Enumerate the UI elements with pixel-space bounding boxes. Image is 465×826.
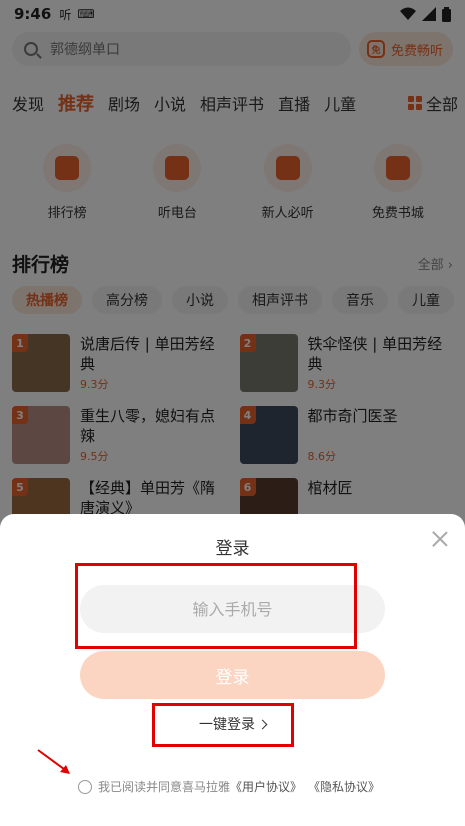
close-icon[interactable] bbox=[429, 528, 451, 550]
agreement-row: 我已阅读并同意喜马拉雅 《用户协议》 《隐私协议》 bbox=[78, 778, 458, 795]
login-button[interactable]: 登录 bbox=[80, 651, 385, 699]
user-agreement-link[interactable]: 《用户协议》 bbox=[230, 778, 302, 795]
privacy-agreement-link[interactable]: 《隐私协议》 bbox=[308, 778, 380, 795]
annotation-arrow-icon bbox=[37, 749, 70, 774]
login-title: 登录 bbox=[215, 539, 250, 559]
annotation-box-phone bbox=[75, 563, 357, 649]
login-sheet: 登录 登录 一键登录 我已阅读并同意喜马拉雅 《用户协议》 《隐私协议》 bbox=[0, 514, 465, 826]
annotation-box-one-key bbox=[152, 703, 294, 747]
agreement-text: 我已阅读并同意喜马拉雅 bbox=[98, 780, 231, 794]
agreement-radio[interactable] bbox=[78, 779, 92, 794]
